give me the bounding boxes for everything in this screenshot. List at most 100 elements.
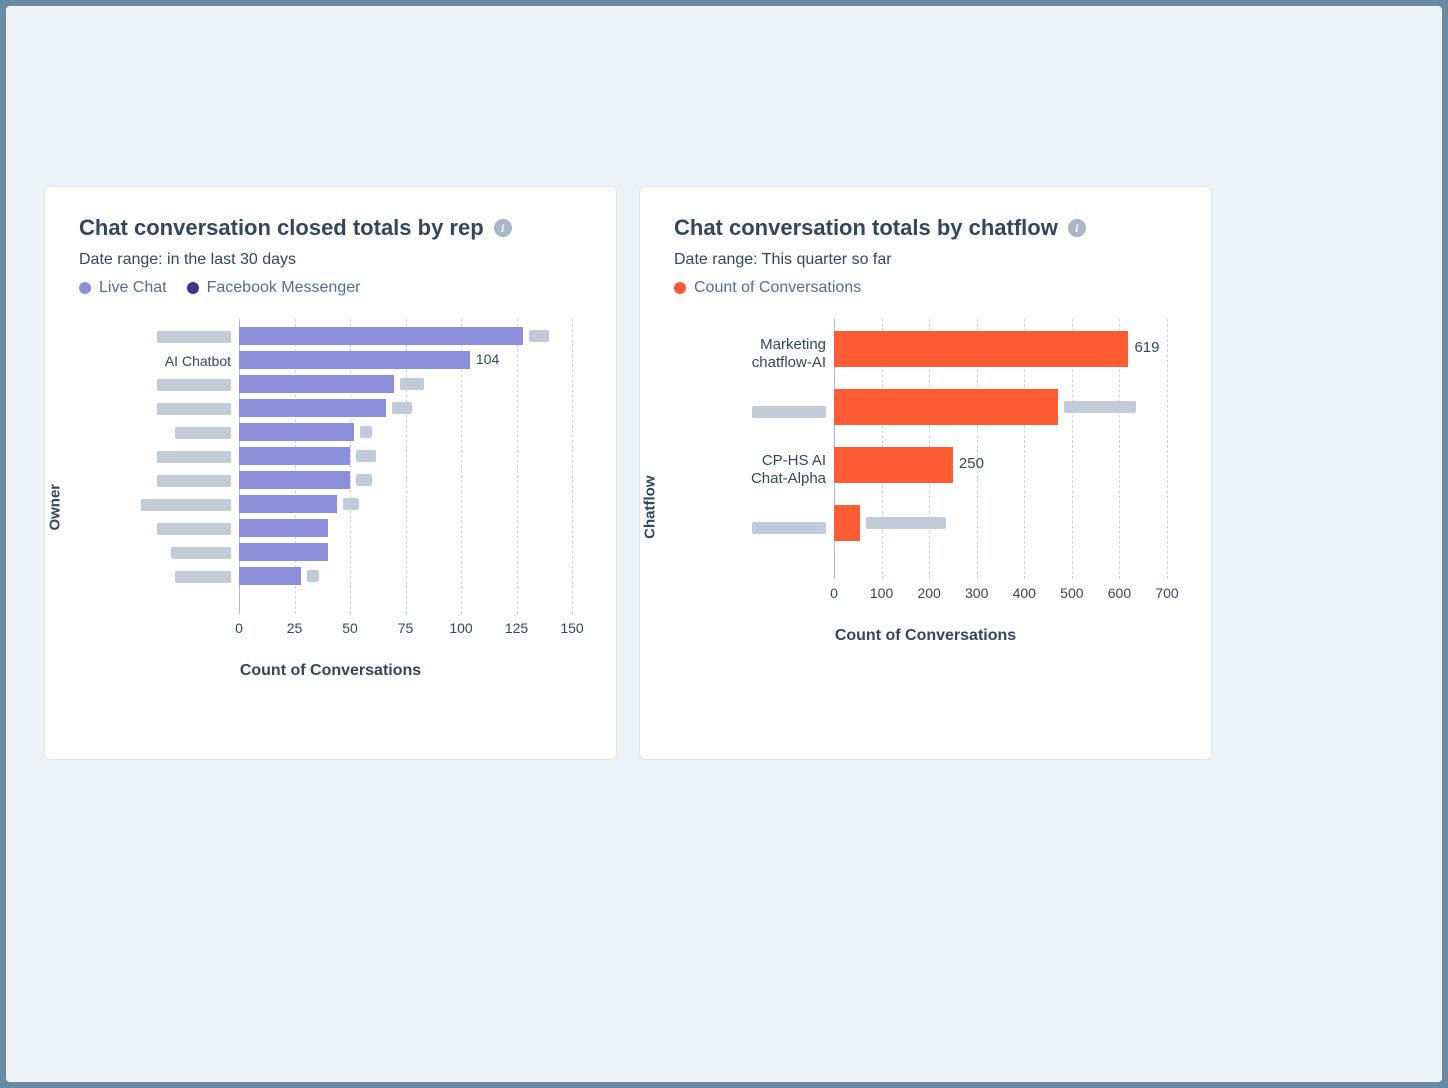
value-label-redacted [392, 402, 412, 414]
chart-body: AI Chatbot104 [239, 319, 572, 614]
category-label-redacted [157, 523, 231, 535]
bar-row [239, 517, 572, 541]
value-label-redacted [529, 330, 549, 342]
card-title: Chat conversation closed totals by rep [79, 215, 484, 241]
bar-row [239, 493, 572, 517]
chart-plot-area: Owner AI Chatbot104 0255075100125150 Cou… [45, 319, 616, 709]
card-header: Chat conversation totals by chatflow i D… [640, 215, 1211, 297]
category-label-redacted [175, 427, 231, 439]
x-tick-label: 600 [1108, 585, 1131, 601]
x-tick-label: 100 [870, 585, 893, 601]
value-label-redacted [866, 517, 946, 529]
category-label-redacted [157, 451, 231, 463]
card-header: Chat conversation closed totals by rep i… [45, 215, 616, 297]
legend-label: Live Chat [99, 279, 167, 297]
legend-label: Count of Conversations [694, 279, 861, 297]
bar[interactable] [239, 423, 354, 441]
x-tick-label: 0 [235, 620, 243, 636]
bar[interactable] [834, 505, 860, 541]
category-label-redacted [157, 331, 231, 343]
gridline [1167, 319, 1168, 579]
bar[interactable] [239, 543, 328, 561]
card-subtitle: Date range: This quarter so far [674, 251, 1177, 269]
bar-row [239, 397, 572, 421]
card-chat-by-chatflow: Chat conversation totals by chatflow i D… [639, 186, 1212, 760]
bar-row: AI Chatbot104 [239, 349, 572, 373]
category-label-redacted [752, 406, 826, 418]
x-tick-label: 0 [830, 585, 838, 601]
x-tick-label: 200 [917, 585, 940, 601]
legend-label: Facebook Messenger [207, 279, 361, 297]
x-tick-label: 50 [342, 620, 358, 636]
bar[interactable] [239, 447, 350, 465]
gridline [572, 319, 573, 614]
legend: Live Chat Facebook Messenger [79, 279, 582, 297]
value-label-redacted [400, 378, 424, 390]
bar-row [239, 565, 572, 589]
category-label-redacted [157, 379, 231, 391]
category-label-redacted [157, 403, 231, 415]
bar[interactable] [239, 375, 394, 393]
legend-item-live-chat[interactable]: Live Chat [79, 279, 167, 297]
category-label: Marketingchatflow-AI [716, 336, 826, 372]
bar-row [239, 421, 572, 445]
bar[interactable] [834, 331, 1128, 367]
legend-swatch-icon [187, 282, 199, 294]
bar[interactable] [834, 389, 1058, 425]
x-axis-ticks: 0100200300400500600700 [834, 585, 1167, 615]
bar-row [239, 541, 572, 565]
bar-row [239, 373, 572, 397]
x-axis-label: Count of Conversations [674, 627, 1177, 645]
bar[interactable] [239, 471, 350, 489]
x-axis-ticks: 0255075100125150 [239, 620, 572, 650]
info-icon[interactable]: i [494, 219, 512, 237]
x-tick-label: 125 [505, 620, 528, 636]
chart-plot-area: Chatflow Marketingchatflow-AI619CP-HS AI… [640, 319, 1211, 709]
card-chat-by-rep: Chat conversation closed totals by rep i… [44, 186, 617, 760]
value-label-redacted [356, 450, 376, 462]
x-axis-label: Count of Conversations [79, 662, 582, 680]
legend-item-fb-messenger[interactable]: Facebook Messenger [187, 279, 361, 297]
bar-row [239, 469, 572, 493]
legend-swatch-icon [674, 282, 686, 294]
x-tick-label: 25 [287, 620, 303, 636]
bar-row [834, 383, 1167, 441]
bar[interactable] [239, 327, 523, 345]
category-label-redacted [141, 499, 231, 511]
x-tick-label: 400 [1013, 585, 1036, 601]
bar[interactable] [239, 567, 301, 585]
value-label: 250 [959, 455, 984, 472]
category-label-redacted [752, 522, 826, 534]
bar[interactable] [239, 399, 386, 417]
y-axis-label: Chatflow [642, 476, 659, 539]
category-label-redacted [171, 547, 231, 559]
chart-body: Marketingchatflow-AI619 CP-HS AIChat-Alph… [834, 319, 1167, 579]
dashboard-container: Chat conversation closed totals by rep i… [6, 6, 1442, 1082]
value-label-redacted [360, 426, 372, 438]
value-label: 619 [1134, 339, 1159, 356]
legend: Count of Conversations [674, 279, 1177, 297]
bar-row [239, 325, 572, 349]
bar-row: Marketingchatflow-AI619 [834, 325, 1167, 383]
bar[interactable] [834, 447, 953, 483]
x-tick-label: 100 [449, 620, 472, 636]
card-subtitle: Date range: in the last 30 days [79, 251, 582, 269]
legend-item-count[interactable]: Count of Conversations [674, 279, 861, 297]
value-label-redacted [343, 498, 359, 510]
value-label-redacted [356, 474, 372, 486]
x-tick-label: 300 [965, 585, 988, 601]
info-icon[interactable]: i [1068, 219, 1086, 237]
bar[interactable] [239, 351, 470, 369]
value-label-redacted [307, 570, 319, 582]
category-label-redacted [175, 571, 231, 583]
x-tick-label: 150 [560, 620, 583, 636]
bar[interactable] [239, 495, 337, 513]
bar-row [834, 499, 1167, 557]
bar-row: CP-HS AIChat-Alpha250 [834, 441, 1167, 499]
x-tick-label: 700 [1155, 585, 1178, 601]
bar[interactable] [239, 519, 328, 537]
legend-swatch-icon [79, 282, 91, 294]
value-label-redacted [1064, 401, 1136, 413]
value-label: 104 [476, 351, 499, 367]
card-title: Chat conversation totals by chatflow [674, 215, 1058, 241]
